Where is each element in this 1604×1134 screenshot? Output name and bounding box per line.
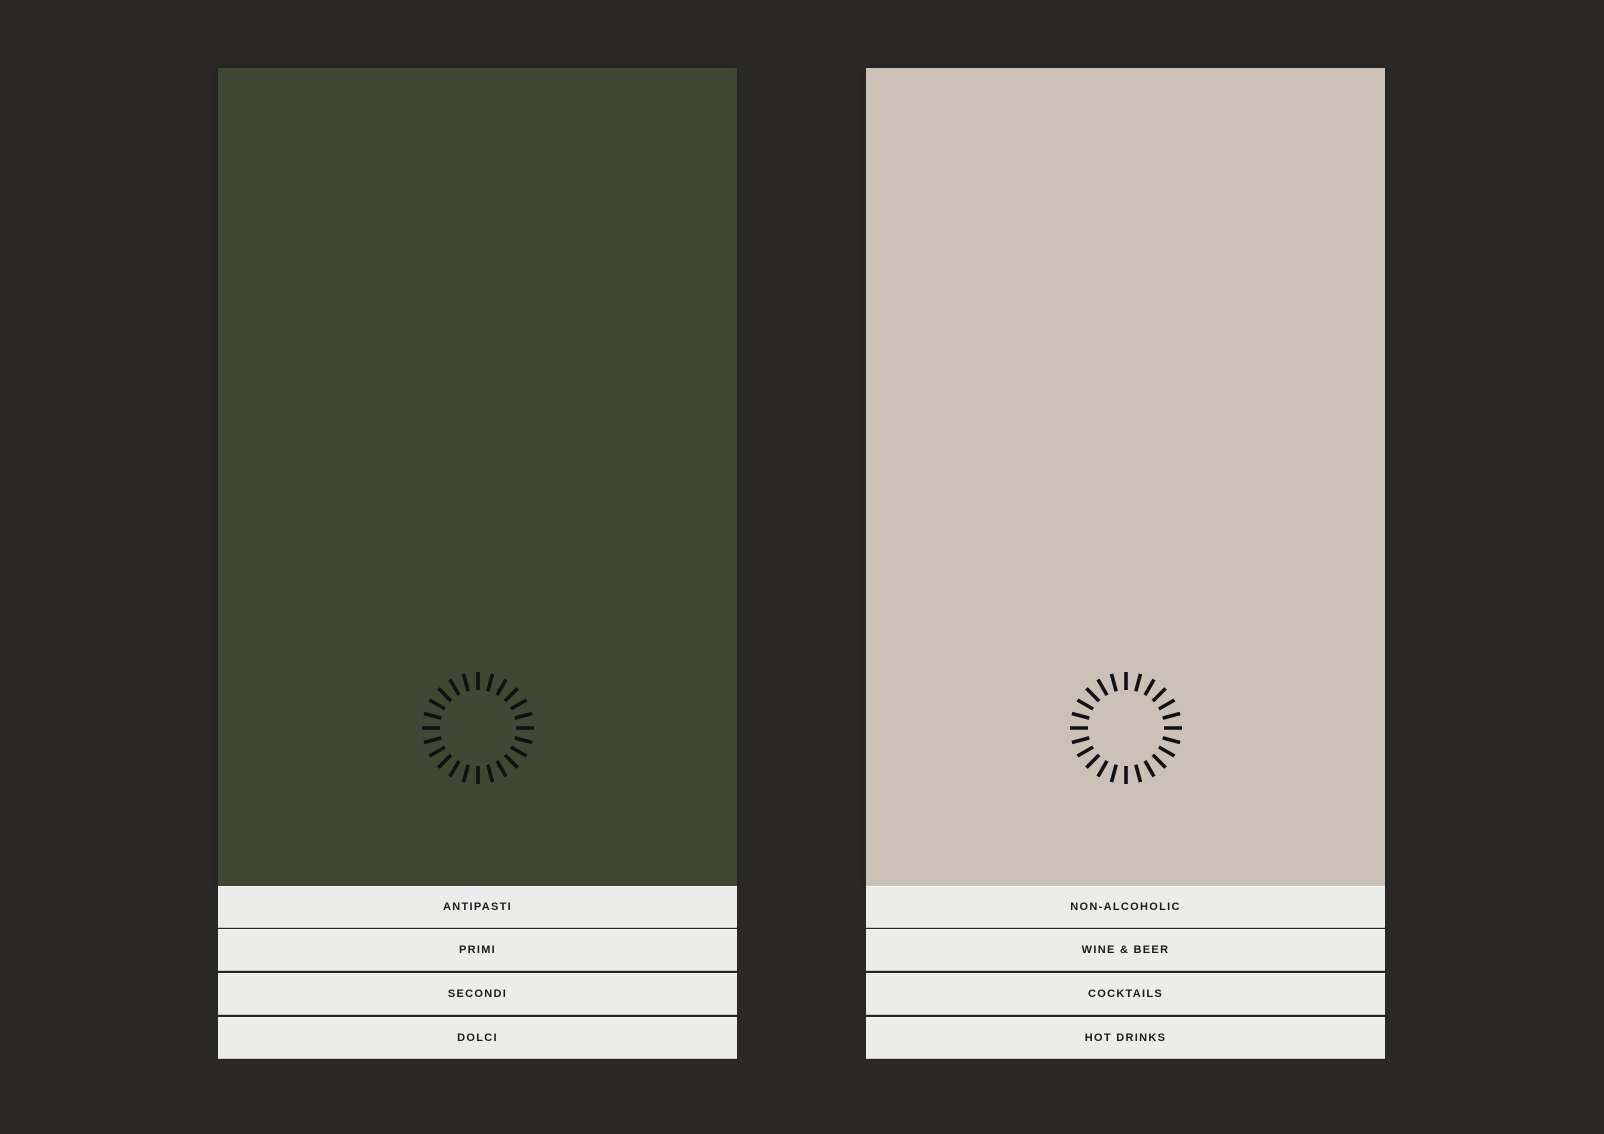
tab-secondi[interactable]: SECONDI <box>218 973 737 1015</box>
ring-stroke <box>448 760 461 778</box>
ring-stroke <box>1076 698 1094 711</box>
tab-antipasti[interactable]: ANTIPASTI <box>218 886 737 928</box>
tab-label: SECONDI <box>447 987 508 1000</box>
ring-stroke <box>448 678 461 696</box>
ring-stroke <box>495 678 508 696</box>
drinks-menu: NON-ALCOHOLIC WINE & BEER COCKTAILS HOT … <box>866 68 1385 1059</box>
ring-stroke <box>1085 753 1101 769</box>
ring-stroke <box>423 736 442 745</box>
ring-stroke <box>495 760 508 778</box>
ring-stroke <box>1158 698 1176 711</box>
ring-stroke <box>503 687 519 703</box>
tab-non-alcoholic[interactable]: NON-ALCOHOLIC <box>866 886 1385 928</box>
ring-stroke <box>461 764 470 783</box>
ring-stroke <box>503 753 519 769</box>
ring-stroke <box>1096 678 1109 696</box>
tab-wine-and-beer[interactable]: WINE & BEER <box>866 929 1385 971</box>
ring-stroke <box>1085 687 1101 703</box>
ring-stroke <box>423 711 442 720</box>
tab-cocktails[interactable]: COCKTAILS <box>866 973 1385 1015</box>
ring-stroke <box>1071 736 1090 745</box>
ring-stroke <box>514 736 533 745</box>
ring-stroke <box>1162 711 1181 720</box>
ring-stroke <box>1076 745 1094 758</box>
ring-stroke <box>1143 678 1156 696</box>
ring-stroke <box>1071 711 1090 720</box>
tab-label: NON-ALCOHOLIC <box>1070 900 1181 913</box>
ring-stroke <box>1143 760 1156 778</box>
ring-stroke <box>1109 673 1118 692</box>
ring-stroke <box>437 753 453 769</box>
ring-stroke <box>461 673 470 692</box>
ring-stroke <box>486 764 495 783</box>
ring-stroke <box>1134 764 1143 783</box>
ring-stroke <box>437 687 453 703</box>
tab-label: ANTIPASTI <box>443 900 512 913</box>
ring-stroke <box>428 745 446 758</box>
ring-stroke <box>1134 673 1143 692</box>
food-menu-cover <box>218 68 737 886</box>
ring-stroke <box>1151 687 1167 703</box>
ring-stroke <box>510 698 528 711</box>
tab-label: HOT DRINKS <box>1084 1031 1167 1044</box>
ring-stroke <box>1109 764 1118 783</box>
ring-stroke <box>514 711 533 720</box>
ring-stroke <box>1151 753 1167 769</box>
tab-dolci[interactable]: DOLCI <box>218 1017 737 1059</box>
ring-stroke <box>1158 745 1176 758</box>
drinks-menu-cover <box>866 68 1385 886</box>
tab-label: WINE & BEER <box>1081 943 1170 956</box>
ring-stroke <box>1162 736 1181 745</box>
ring-stroke <box>428 698 446 711</box>
sun-ring-logo-icon <box>418 668 538 788</box>
tab-label: COCKTAILS <box>1087 987 1164 1000</box>
ring-stroke <box>486 673 495 692</box>
tab-label: DOLCI <box>457 1031 498 1044</box>
sun-ring-logo-icon <box>1066 668 1186 788</box>
food-menu: ANTIPASTI PRIMI SECONDI DOLCI <box>218 68 737 1059</box>
ring-stroke <box>510 745 528 758</box>
tab-hot-drinks[interactable]: HOT DRINKS <box>866 1017 1385 1059</box>
ring-stroke <box>1096 760 1109 778</box>
tab-label: PRIMI <box>458 943 497 956</box>
tab-primi[interactable]: PRIMI <box>218 929 737 971</box>
